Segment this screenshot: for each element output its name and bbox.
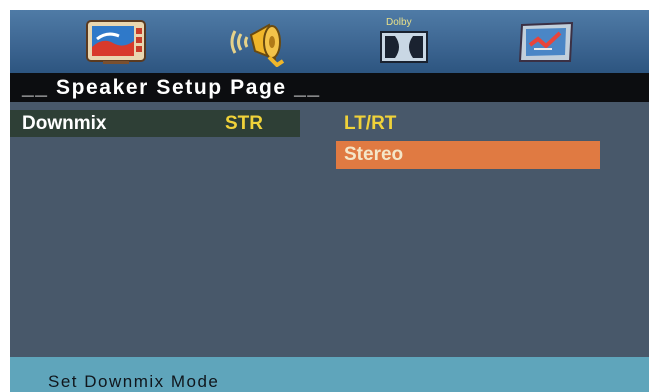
option-lt-rt[interactable]: LT/RT xyxy=(336,110,600,138)
setting-value-downmix: STR xyxy=(225,113,263,134)
setting-row-downmix[interactable]: Downmix STR xyxy=(10,110,300,137)
page-title: __ Speaker Setup Page __ xyxy=(10,73,649,102)
setting-label-downmix: Downmix xyxy=(22,113,107,134)
setup-menu-screen: Dolby __ Speaker Setup Page __ Downmix S… xyxy=(10,10,649,392)
checklist-icon xyxy=(518,21,574,62)
tab-audio-setup[interactable] xyxy=(225,16,289,68)
speaker-icon xyxy=(230,23,285,67)
tab-dolby-setup[interactable]: Dolby xyxy=(372,16,436,68)
tab-preference-setup[interactable] xyxy=(515,16,579,68)
status-bar: Set Downmix Mode xyxy=(10,357,649,392)
status-text: Set Downmix Mode xyxy=(48,372,220,391)
tab-general-setup[interactable] xyxy=(84,16,148,68)
dolby-icon: Dolby xyxy=(376,17,432,67)
tab-bar: Dolby xyxy=(10,10,649,73)
tv-icon xyxy=(86,20,146,64)
option-stereo[interactable]: Stereo xyxy=(336,141,600,169)
dolby-label: Dolby xyxy=(386,17,412,28)
